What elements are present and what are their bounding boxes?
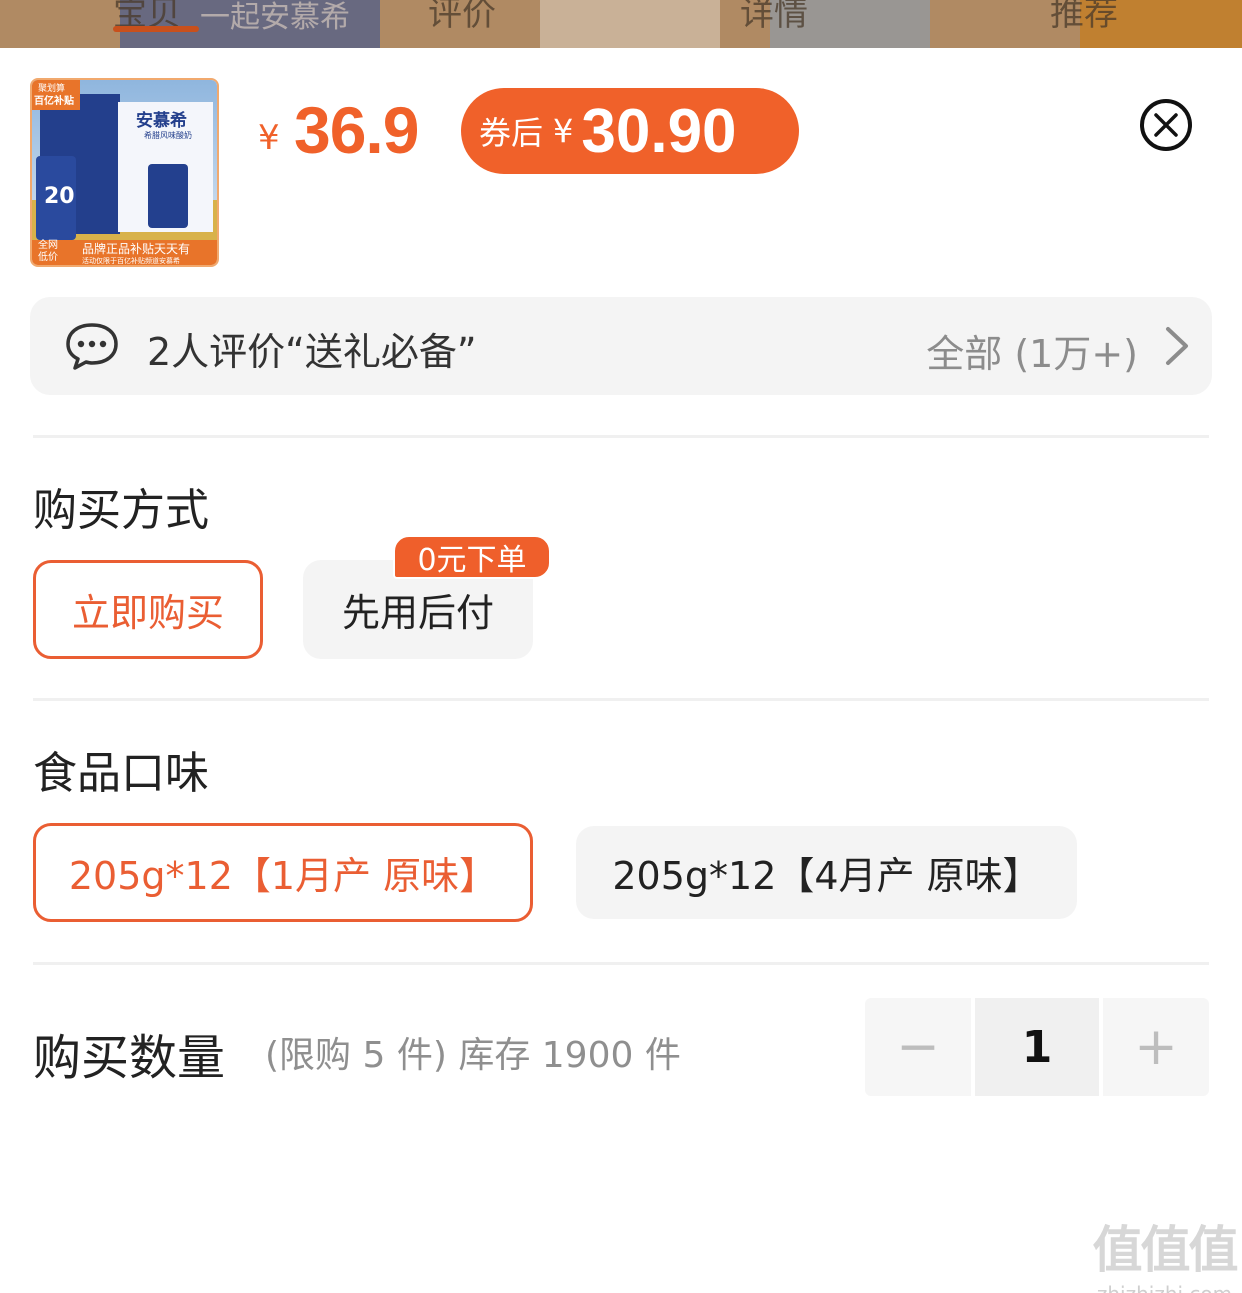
quantity-value[interactable]: 1 — [975, 998, 1099, 1096]
coupon-price: 30.90 — [581, 96, 737, 166]
thumb-brand: 安慕希 — [136, 111, 187, 131]
thumb-slogan: 品牌正品补贴天天有 — [82, 242, 191, 256]
flavor-option-jan[interactable]: 205g*12【1月产 原味】 — [33, 823, 533, 922]
quantity-limit-stock: (限购 5 件) 库存 1900 件 — [265, 1035, 681, 1076]
close-button[interactable] — [1140, 99, 1192, 151]
tab-detail[interactable]: 详情 — [740, 0, 808, 35]
coupon-currency: ¥ — [553, 112, 574, 150]
flavor-title: 食品口味 — [33, 748, 209, 799]
review-highlight-text: 2人评价“送礼必备” — [147, 330, 477, 374]
divider — [33, 698, 1209, 701]
zero-down-badge: 0元下单 — [393, 535, 551, 579]
tab-review[interactable]: 评价 — [428, 0, 496, 35]
watermark-logo: 值值值 — [1092, 1221, 1239, 1279]
price-currency: ¥ — [258, 118, 280, 158]
quantity-stepper: − 1 + — [865, 998, 1209, 1096]
comment-icon — [66, 323, 118, 370]
quantity-title: 购买数量 — [33, 1030, 226, 1086]
thumb-tag-2: 低价 — [38, 252, 58, 263]
flavor-option-apr[interactable]: 205g*12【4月产 原味】 — [576, 826, 1077, 919]
thumb-badge-2: 百亿补贴 — [34, 96, 74, 107]
option-buy-now[interactable]: 立即购买 — [33, 560, 263, 659]
price-value: 36.9 — [294, 93, 419, 167]
banner-text: 一起安慕希 — [200, 0, 350, 35]
thumb-sub-slogan: 活动仅限于百亿补贴频道安慕希 — [82, 257, 180, 265]
thumb-flavor: 希腊风味酸奶 — [144, 131, 192, 140]
divider — [33, 962, 1209, 965]
decrease-button[interactable]: − — [865, 998, 971, 1096]
increase-button[interactable]: + — [1103, 998, 1209, 1096]
chevron-right-icon — [1166, 327, 1188, 365]
banner-background-2 — [540, 0, 720, 48]
purchase-method-title: 购买方式 — [33, 485, 209, 536]
top-tab-bar: 一起安慕希 宝贝 评价 详情 推荐 — [0, 0, 1242, 48]
minus-icon: − — [896, 1017, 940, 1077]
thumb-number: 20 — [44, 184, 75, 209]
coupon-price-badge: 券后 ¥ 30.90 — [461, 88, 799, 174]
product-image — [32, 80, 217, 265]
watermark-url: zhizhizhi.com — [1092, 1282, 1237, 1293]
tab-recommend[interactable]: 推荐 — [1050, 0, 1118, 35]
divider — [33, 435, 1209, 438]
plus-icon: + — [1134, 1017, 1178, 1077]
watermark: 值值值 zhizhizhi.com — [1092, 1210, 1239, 1293]
active-tab-indicator — [113, 26, 199, 32]
review-summary-row[interactable]: 2人评价“送礼必备” 全部 (1万+) — [30, 297, 1212, 395]
product-thumbnail[interactable]: 聚划算 百亿补贴 安慕希 希腊风味酸奶 20 全网 低价 品牌正品补贴天天有 活… — [30, 78, 219, 267]
all-reviews-link[interactable]: 全部 (1万+) — [926, 323, 1138, 378]
coupon-label: 券后 — [479, 114, 544, 152]
close-icon — [1154, 113, 1178, 137]
